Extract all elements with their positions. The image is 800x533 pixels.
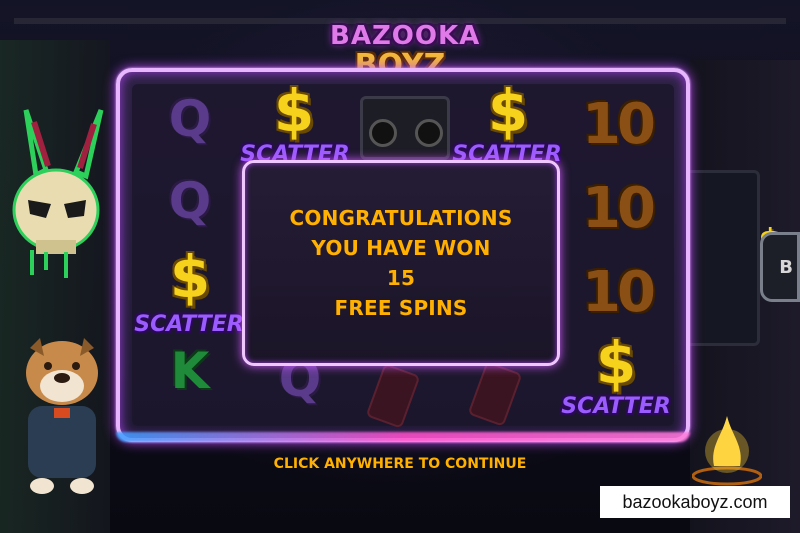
free-spins-text: FREE SPINS — [334, 296, 468, 320]
win-dialog[interactable]: CONGRATULATIONS YOU HAVE WON 15 FREE SPI… — [242, 160, 560, 366]
reel-symbol-10: 10 — [582, 176, 656, 241]
free-spins-count: 15 — [386, 266, 416, 290]
reel-symbol-10: 10 — [582, 92, 656, 157]
congratulations-text: CONGRATULATIONS — [289, 206, 513, 230]
you-have-won-text: YOU HAVE WON — [311, 236, 491, 260]
reel-symbol-k: K — [170, 342, 210, 400]
watermark-url: bazookaboyz.com — [600, 486, 790, 518]
reel-symbol-q: Q — [168, 90, 212, 148]
scatter-dollar-icon: $ — [595, 329, 637, 397]
scatter-label: SCATTER — [561, 394, 671, 419]
reel-symbol-q: Q — [168, 172, 212, 230]
scatter-dollar-icon: $ — [487, 77, 529, 145]
boombox-icon — [360, 96, 450, 160]
reel-frame-glow — [116, 432, 690, 442]
scatter-label: SCATTER — [134, 312, 244, 337]
background-door — [684, 170, 760, 346]
glowing-lamp-icon — [692, 416, 762, 486]
logo-line-bazooka: BAZOOKA — [330, 21, 481, 51]
skull-graffiti-icon — [12, 109, 104, 278]
bulldog-character-icon — [26, 338, 98, 494]
side-menu-button[interactable]: B — [760, 232, 800, 302]
scatter-dollar-icon: $ — [273, 77, 315, 145]
click-to-continue-prompt[interactable]: CLICK ANYWHERE TO CONTINUE — [0, 456, 800, 472]
scatter-dollar-icon: $ — [169, 243, 211, 311]
reel-symbol-10: 10 — [582, 260, 656, 325]
